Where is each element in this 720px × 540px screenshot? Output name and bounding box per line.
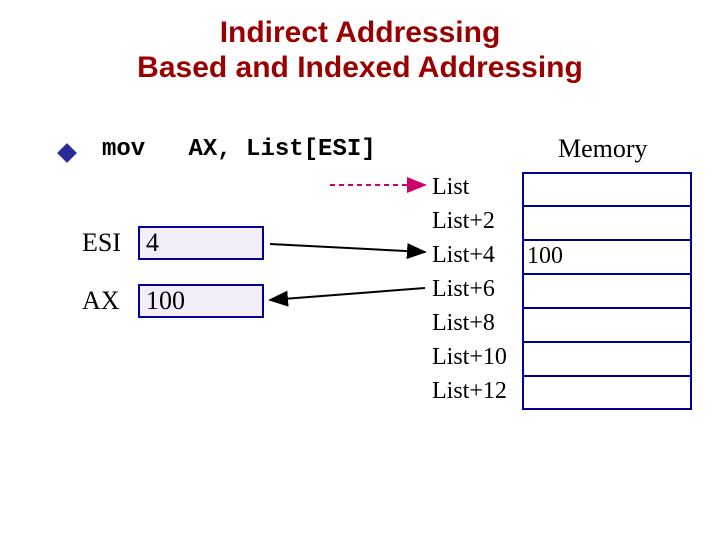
mem-cell-4 [522,308,692,342]
memory-highlight-value: 100 [527,243,563,270]
title-line-2: Based and Indexed Addressing [137,51,583,84]
arrow-esi-to-listplus4 [270,244,425,252]
title-line-1: Indirect Addressing [220,16,501,49]
addr-0: List [432,172,507,206]
mem-cell-0 [522,172,692,206]
esi-register-row: ESI 4 [82,226,264,260]
mem-cell-5 [522,342,692,376]
mem-cell-1 [522,206,692,240]
esi-label: ESI [82,228,138,258]
mem-cell-6 [522,376,692,410]
addr-6: List+12 [432,376,507,410]
mnemonic: mov [102,136,145,163]
slide-title: Indirect Addressing Based and Indexed Ad… [0,16,720,85]
instruction-line: mov AX, List[ESI] [60,136,376,163]
arrow-mem-to-ax [270,288,425,300]
ax-register-row: AX 100 [82,284,264,318]
esi-value: 4 [146,228,159,258]
addr-1: List+2 [432,206,507,240]
mem-cell-3 [522,274,692,308]
esi-value-box: 4 [138,226,264,260]
memory-table [522,172,692,410]
addr-5: List+10 [432,342,507,376]
memory-heading: Memory [558,134,648,164]
address-column: List List+2 List+4 List+6 List+8 List+10… [432,172,507,410]
addr-2: List+4 [432,240,507,274]
bullet-icon [57,143,77,163]
ax-label: AX [82,286,138,316]
ax-value: 100 [146,286,185,316]
addr-3: List+6 [432,274,507,308]
addr-4: List+8 [432,308,507,342]
ax-value-box: 100 [138,284,264,318]
operands: AX, List[ESI] [188,136,375,163]
